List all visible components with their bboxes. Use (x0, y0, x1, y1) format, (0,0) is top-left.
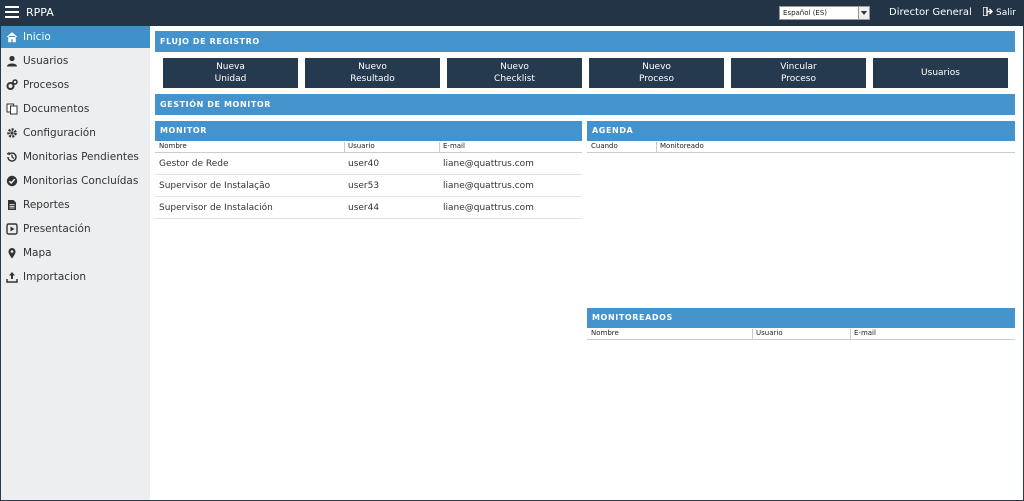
app-window: RPPA Español (ES) Director General Salir… (0, 0, 1024, 501)
cell-email: liane@quattrus.com (443, 159, 534, 169)
main-content: FLUJO DE REGISTRO Nueva Unidad Nuevo Res… (150, 26, 1023, 500)
sidebar-item-label: Inicio (23, 31, 51, 43)
column-header: Monitoreado (660, 142, 704, 150)
sidebar-item-reportes[interactable]: Reportes (1, 194, 150, 216)
flow-section-header: FLUJO DE REGISTRO (155, 31, 1015, 52)
sidebar-item-label: Configuración (23, 127, 96, 139)
sidebar-item-procesos[interactable]: Procesos (1, 74, 150, 96)
map-marker-icon (8, 248, 16, 259)
sidebar: Inicio Usuarios Procesos Documentos Conf… (1, 26, 150, 500)
home-icon (6, 32, 18, 43)
sidebar-item-label: Procesos (23, 79, 70, 91)
upload-icon (6, 272, 18, 283)
sidebar-item-presentacion[interactable]: Presentación (1, 218, 150, 240)
monitoreados-panel-header: MONITOREADOS (587, 308, 1015, 328)
cell-nombre: Gestor de Rede (159, 159, 229, 169)
play-square-icon (6, 223, 18, 235)
sidebar-item-label: Mapa (23, 247, 52, 259)
hamburger-menu-icon[interactable] (5, 6, 19, 18)
column-header: E-mail (443, 142, 465, 150)
history-icon (6, 151, 17, 162)
sidebar-item-label: Presentación (23, 223, 91, 235)
sidebar-item-label: Monitorias Pendientes (23, 151, 139, 163)
top-bar: RPPA Español (ES) Director General Salir (0, 0, 1024, 26)
cell-usuario: user53 (348, 181, 380, 191)
nuevo-proceso-button[interactable]: Nuevo Proceso (589, 58, 724, 88)
column-header: Cuando (591, 142, 618, 150)
sidebar-item-monitorias-pendientes[interactable]: Monitorias Pendientes (1, 146, 150, 168)
cell-email: liane@quattrus.com (443, 203, 534, 213)
table-row[interactable]: Gestor de Rede user40 liane@quattrus.com (155, 154, 582, 175)
cell-email: liane@quattrus.com (443, 181, 534, 191)
sidebar-item-label: Documentos (23, 103, 90, 115)
nuevo-checklist-button[interactable]: Nuevo Checklist (447, 58, 582, 88)
agenda-panel-header: AGENDA (587, 121, 1015, 141)
button-label: Usuarios (921, 68, 960, 78)
column-header: Nombre (591, 329, 619, 337)
sidebar-item-label: Usuarios (23, 55, 69, 67)
sidebar-item-inicio[interactable]: Inicio (1, 26, 150, 48)
language-select[interactable]: Español (ES) (779, 6, 870, 20)
column-header: Usuario (756, 329, 783, 337)
user-name[interactable]: Director General (889, 7, 972, 18)
documents-icon (6, 103, 18, 115)
chevron-down-icon[interactable] (858, 7, 869, 19)
sign-out-icon (982, 6, 993, 17)
cell-nombre: Supervisor de Instalación (159, 203, 273, 213)
app-title: RPPA (26, 6, 54, 19)
button-label: Nuevo Proceso (639, 62, 674, 84)
sidebar-item-label: Monitorias Concluídas (23, 175, 139, 187)
language-select-value: Español (ES) (783, 9, 828, 17)
logout-button[interactable]: Salir (982, 6, 1016, 18)
column-header: E-mail (854, 329, 876, 337)
cell-nombre: Supervisor de Instalação (159, 181, 271, 191)
sidebar-item-mapa[interactable]: Mapa (1, 242, 150, 264)
monitor-table-header: Nombre Usuario E-mail (155, 142, 582, 153)
logout-label: Salir (996, 8, 1016, 18)
cell-usuario: user40 (348, 159, 380, 169)
button-label: Nueva Unidad (214, 62, 247, 84)
cell-usuario: user44 (348, 203, 380, 213)
usuarios-button[interactable]: Usuarios (873, 58, 1008, 88)
cogs-icon (6, 79, 18, 90)
sidebar-item-usuarios[interactable]: Usuarios (1, 50, 150, 72)
file-text-icon (8, 200, 16, 210)
agenda-table-header: Cuando Monitoreado (587, 142, 1015, 153)
vincular-proceso-button[interactable]: Vincular Proceso (731, 58, 866, 88)
column-header: Usuario (348, 142, 375, 150)
sidebar-item-label: Importacion (23, 271, 87, 283)
monitor-panel-header: MONITOR (155, 121, 582, 141)
button-label: Vincular Proceso (780, 62, 817, 84)
table-row[interactable]: Supervisor de Instalación user44 liane@q… (155, 198, 582, 219)
monitor-management-header: GESTIÓN DE MONITOR (155, 94, 1015, 115)
gear-icon (7, 128, 17, 138)
sidebar-item-configuracion[interactable]: Configuración (1, 122, 150, 144)
column-header: Nombre (159, 142, 187, 150)
nueva-unidad-button[interactable]: Nueva Unidad (163, 58, 298, 88)
sidebar-item-label: Reportes (23, 199, 70, 211)
sidebar-item-monitorias-concluidas[interactable]: Monitorias Concluídas (1, 170, 150, 192)
user-icon (7, 55, 17, 67)
nuevo-resultado-button[interactable]: Nuevo Resultado (305, 58, 440, 88)
button-label: Nuevo Resultado (350, 62, 395, 84)
button-label: Nuevo Checklist (494, 62, 535, 84)
check-circle-icon (6, 175, 18, 187)
monitoreados-table-header: Nombre Usuario E-mail (587, 329, 1015, 340)
sidebar-item-importacion[interactable]: Importacion (1, 266, 150, 288)
table-row[interactable]: Supervisor de Instalação user53 liane@qu… (155, 176, 582, 197)
sidebar-item-documentos[interactable]: Documentos (1, 98, 150, 120)
